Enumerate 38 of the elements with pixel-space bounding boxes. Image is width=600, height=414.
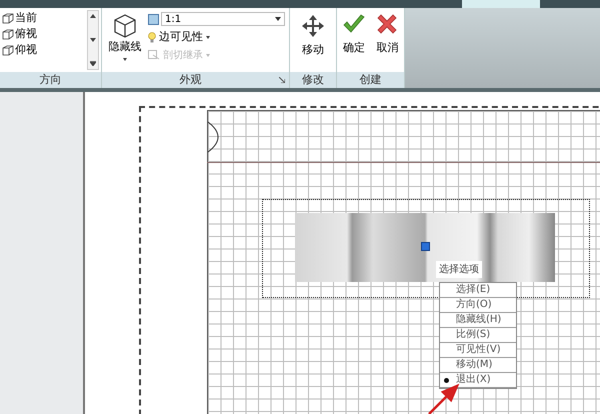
down-arrow-icon[interactable] bbox=[90, 38, 96, 42]
section-icon bbox=[148, 50, 160, 60]
group-title: 创建 bbox=[337, 72, 404, 88]
view-list-item[interactable]: 俯视 bbox=[2, 26, 87, 42]
group-title: 外观 bbox=[178, 72, 202, 88]
annotation-arrow bbox=[427, 382, 461, 414]
menu-item[interactable]: 可见性(V) bbox=[440, 343, 516, 358]
cancel-button[interactable]: 取消 bbox=[375, 12, 400, 72]
scroll-bar[interactable] bbox=[87, 10, 99, 70]
menu-item[interactable]: 方向(O) bbox=[440, 298, 516, 313]
four-way-arrow-icon bbox=[301, 14, 325, 38]
menu-item[interactable]: 隐藏线(H) bbox=[440, 313, 516, 328]
arc-drawing bbox=[208, 121, 219, 153]
menu-item[interactable]: 移动(M) bbox=[440, 358, 516, 373]
close-icon bbox=[375, 12, 400, 36]
group-title: 修改 bbox=[290, 72, 336, 88]
up-arrow-icon[interactable] bbox=[90, 14, 96, 18]
group-title: 方向 bbox=[0, 72, 101, 88]
move-button[interactable]: 移动 bbox=[290, 8, 336, 72]
hidden-lines-button[interactable]: 隐藏线 bbox=[102, 8, 148, 72]
more-arrow-icon[interactable] bbox=[90, 61, 96, 66]
menu-item[interactable]: 比例(S) bbox=[440, 328, 516, 343]
bullet-icon bbox=[444, 378, 449, 383]
dialog-launcher-icon[interactable] bbox=[279, 77, 285, 83]
scale-icon bbox=[148, 14, 159, 24]
dropdown-caret-icon bbox=[206, 54, 210, 56]
scale-dropdown[interactable]: 1:1 bbox=[161, 12, 285, 26]
dropdown-caret-icon bbox=[123, 58, 127, 60]
grip-point-icon[interactable] bbox=[421, 242, 430, 251]
light-bulb-icon bbox=[148, 32, 156, 42]
dropdown-caret-icon bbox=[275, 17, 281, 21]
view-list-item[interactable]: 当前 bbox=[2, 10, 87, 26]
tooltip: 选择选项 bbox=[436, 261, 482, 278]
dropdown-caret-icon bbox=[206, 36, 210, 38]
view-list-item[interactable]: 仰视 bbox=[2, 42, 87, 58]
menu-item[interactable]: 选择(E) bbox=[440, 283, 516, 298]
edge-visibility-button[interactable]: 边可见性 bbox=[148, 29, 285, 45]
ok-button[interactable]: 确定 bbox=[342, 12, 366, 72]
